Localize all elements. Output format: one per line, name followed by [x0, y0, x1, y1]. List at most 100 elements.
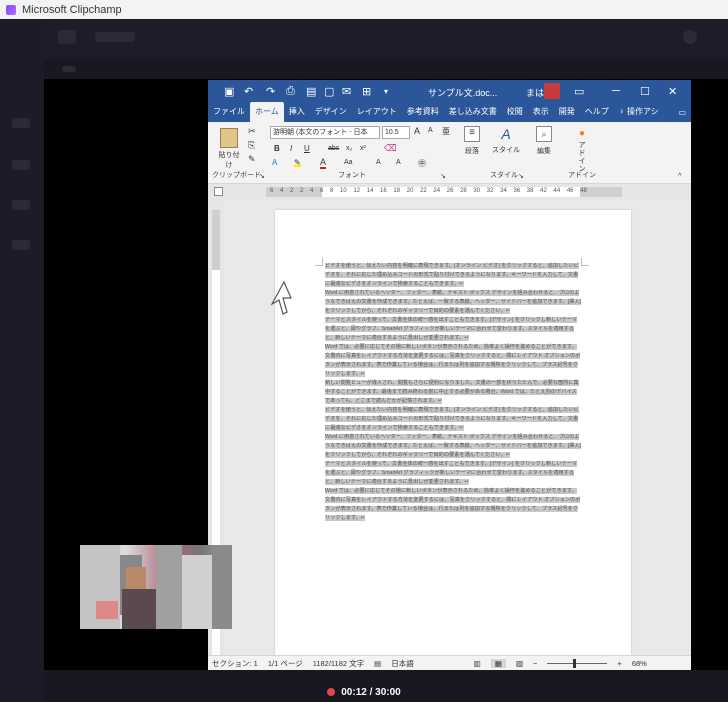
- zoom-in-button[interactable]: +: [617, 659, 621, 668]
- paragraph-text: ビデオを使うと、伝えたい内容を明確に表現できます。[オンライン ビデオ] をクリ…: [325, 407, 579, 431]
- mail-icon[interactable]: ✉: [342, 85, 351, 98]
- subscript-button[interactable]: x₂: [346, 145, 352, 152]
- tab-help[interactable]: ヘルプ: [580, 106, 614, 122]
- status-page[interactable]: 1/1 ページ: [268, 658, 303, 669]
- shrink-font-icon[interactable]: A: [428, 127, 433, 134]
- redo-icon[interactable]: ↷: [266, 85, 275, 98]
- collapse-ribbon-icon[interactable]: ^: [678, 173, 681, 180]
- sidebar-item-3[interactable]: [12, 200, 30, 210]
- paragraph-7: Word に用意されているヘッダー、フッター、表紙、テキスト ボックス デザイン…: [325, 433, 581, 460]
- enclose-characters-icon[interactable]: ㊥: [418, 158, 426, 169]
- character-shading-button[interactable]: A: [376, 159, 381, 166]
- tab-mailings[interactable]: 差し込み文書: [444, 106, 502, 122]
- print-layout-icon[interactable]: ▦: [490, 658, 506, 668]
- tab-references[interactable]: 参考資料: [402, 106, 444, 122]
- close-icon[interactable]: ✕: [668, 85, 677, 98]
- word-window: ▣ ↶ ↷ ⎙ ▤ ▢ ✉ ⊞ ▾ サンプル文.doc... まは ▭ ─ ☐ …: [208, 80, 691, 670]
- table-icon[interactable]: ⊞: [362, 85, 371, 98]
- status-language[interactable]: 日本語: [391, 658, 414, 669]
- paragraph-2: Word に用意されているヘッダー、フッター、表紙、テキスト ボックス デザイン…: [325, 289, 581, 316]
- sidebar-item-4[interactable]: [12, 240, 30, 250]
- change-case-button[interactable]: Aa: [344, 159, 353, 166]
- font-launcher-icon[interactable]: ↘: [440, 172, 446, 180]
- clipchamp-logo-icon: [6, 4, 16, 15]
- tab-home[interactable]: ホーム: [250, 102, 284, 122]
- vruler-margin: [212, 210, 220, 270]
- italic-button[interactable]: I: [290, 144, 292, 153]
- phonetic-guide-icon[interactable]: 亜: [442, 126, 450, 137]
- zoom-out-button[interactable]: −: [533, 659, 537, 668]
- clear-formatting-icon[interactable]: ⌫: [384, 143, 397, 154]
- tab-tell-me[interactable]: ♀ 操作アシ: [614, 106, 664, 122]
- paragraph-label: 段落: [465, 148, 479, 155]
- webcam-face-block: [126, 567, 146, 589]
- sidebar-item-1[interactable]: [12, 118, 30, 128]
- minimize-icon[interactable]: ─: [612, 85, 620, 97]
- webcam-preview[interactable]: [80, 545, 232, 629]
- grow-font-icon[interactable]: A: [414, 126, 420, 136]
- zoom-slider-thumb[interactable]: [573, 658, 577, 668]
- paragraph-text: テーマとスタイルを使って、文書全体の統一感を出すこともできます。[デザイン] を…: [325, 461, 578, 485]
- sidebar-item-2[interactable]: [12, 160, 30, 170]
- print-preview-icon[interactable]: ⎙: [286, 85, 295, 98]
- document-page[interactable]: ビデオを使うと、伝えたい内容を明確に表現できます。[オンライン ビデオ] をクリ…: [275, 210, 631, 655]
- text-effects-button[interactable]: A: [272, 158, 277, 167]
- editing-button[interactable]: ⌕ 編集: [530, 126, 558, 156]
- bold-button[interactable]: B: [274, 144, 280, 153]
- comments-icon[interactable]: ▭: [673, 108, 691, 122]
- tab-layout[interactable]: レイアウト: [352, 106, 402, 122]
- zoom-slider[interactable]: [547, 658, 608, 668]
- status-word-count[interactable]: 1182/1182 文字: [313, 658, 364, 669]
- styles-button[interactable]: A スタイル: [492, 126, 520, 155]
- avatar[interactable]: [544, 83, 560, 99]
- tab-selector-icon[interactable]: [214, 187, 223, 196]
- horizontal-ruler: 6 4 2 2 4 6 8 10 12 14 16 18 20 22 24 26…: [208, 184, 691, 200]
- paragraph-text: 新しい閲覧ビューが導入され、閲覧もさらに便利になりました。文書の一部を折りたたん…: [325, 380, 579, 404]
- record-dot-icon[interactable]: [327, 688, 336, 696]
- save-icon[interactable]: ▣: [224, 85, 234, 98]
- menu-icon[interactable]: [58, 30, 76, 44]
- toolbar-hint-2: [62, 66, 76, 72]
- tab-developer[interactable]: 開発: [554, 106, 580, 122]
- paragraph-4: Word では、必要に応じてその場に新しいボタンが表示されるため、効率よく操作を…: [325, 343, 581, 379]
- tab-design[interactable]: デザイン: [310, 106, 352, 122]
- new-icon[interactable]: ▢: [324, 85, 334, 98]
- read-mode-icon[interactable]: ▥: [474, 659, 481, 668]
- document-body[interactable]: ビデオを使うと、伝えたい内容を明確に表現できます。[オンライン ビデオ] をクリ…: [325, 262, 581, 523]
- font-color-button[interactable]: A: [320, 158, 327, 169]
- paste-button[interactable]: 貼り付け: [216, 128, 242, 170]
- font-group-label: フォント: [338, 172, 366, 179]
- proofing-icon[interactable]: ▤: [374, 659, 381, 668]
- strikethrough-button[interactable]: abc: [328, 145, 339, 152]
- zoom-level[interactable]: 68%: [632, 659, 647, 668]
- undo-icon[interactable]: ↶: [244, 85, 253, 98]
- profile-icon[interactable]: [683, 30, 697, 44]
- font-size-select[interactable]: 10.5: [382, 126, 410, 139]
- paragraph-text: Word では、必要に応じてその場に新しいボタンが表示されるため、効率よく操作を…: [325, 488, 581, 521]
- underline-button[interactable]: U: [304, 144, 310, 153]
- character-border-button[interactable]: A: [396, 159, 401, 166]
- editing-label: 編集: [537, 148, 551, 155]
- open-icon[interactable]: ▤: [306, 85, 316, 98]
- copy-icon[interactable]: ⎘: [248, 140, 255, 151]
- superscript-button[interactable]: x²: [360, 145, 366, 152]
- maximize-icon[interactable]: ☐: [640, 85, 650, 98]
- highlight-icon[interactable]: ✎: [294, 158, 301, 167]
- tell-me-label: 操作アシ: [627, 107, 659, 116]
- tab-review[interactable]: 校閲: [502, 106, 528, 122]
- format-painter-icon[interactable]: ✎: [248, 154, 256, 165]
- ribbon-display-icon[interactable]: ▭: [574, 85, 584, 98]
- web-layout-icon[interactable]: ▧: [516, 659, 523, 668]
- tab-file[interactable]: ファイル: [208, 106, 250, 122]
- style-launcher-icon[interactable]: ↘: [518, 172, 524, 180]
- tab-insert[interactable]: 挿入: [284, 106, 310, 122]
- paragraph-button[interactable]: ≡ 段落: [460, 126, 484, 156]
- clipboard-launcher-icon[interactable]: ↘: [259, 172, 265, 180]
- paragraph-icon: ≡: [464, 126, 480, 142]
- addins-button[interactable]: ● アドイン: [570, 128, 594, 174]
- cut-icon[interactable]: ✂: [248, 126, 256, 137]
- font-name-select[interactable]: 游明朝 (本文のフォント - 日本: [270, 126, 380, 139]
- tab-view[interactable]: 表示: [528, 106, 554, 122]
- customize-qat-icon[interactable]: ▾: [384, 87, 388, 96]
- status-section[interactable]: セクション: 1: [212, 658, 258, 669]
